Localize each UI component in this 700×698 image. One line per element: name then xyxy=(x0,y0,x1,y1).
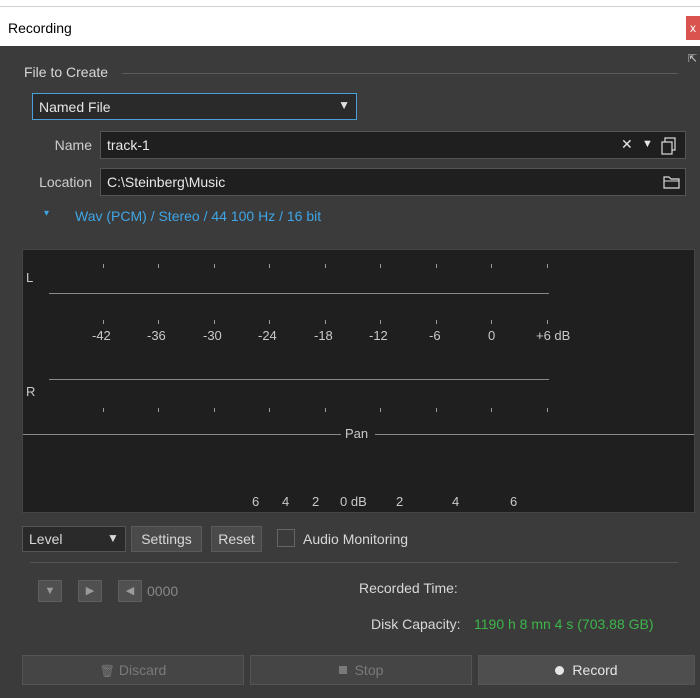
left-channel-label: L xyxy=(26,270,34,285)
close-button[interactable]: x xyxy=(686,16,700,40)
expand-icon[interactable]: ▾ xyxy=(44,208,49,219)
tick xyxy=(491,408,492,412)
stop-button[interactable]: Stop xyxy=(250,655,472,685)
stop-label: Stop xyxy=(354,662,384,678)
tick xyxy=(380,264,381,268)
right-meter-bar xyxy=(49,379,549,380)
tick xyxy=(158,320,159,324)
name-label: Name xyxy=(54,137,92,153)
tick xyxy=(103,408,104,412)
group-divider xyxy=(122,73,678,74)
pan-label: Pan xyxy=(345,426,369,441)
record-label: Record xyxy=(572,662,618,678)
trash-icon: 🗑 xyxy=(99,664,115,678)
tick xyxy=(436,408,437,412)
db-scale-label: -12 xyxy=(369,328,388,343)
db-scale-label: -36 xyxy=(147,328,166,343)
top-divider xyxy=(0,6,700,7)
down-arrow-button[interactable]: ▼ xyxy=(38,580,62,602)
pan-scale-label: 6 xyxy=(510,494,518,509)
play-forward-button[interactable]: ▶ xyxy=(78,580,102,602)
location-value: C:\Steinberg\Music xyxy=(107,174,226,190)
tick xyxy=(380,320,381,324)
tick xyxy=(214,264,215,268)
chevron-down-icon: ▼ xyxy=(107,531,119,545)
time-counter: 0000 xyxy=(147,583,179,599)
pan-scale-label: 0 dB xyxy=(340,494,367,509)
name-value: track-1 xyxy=(107,137,150,153)
chevron-down-icon[interactable]: ▼ xyxy=(642,138,653,150)
title-bar: Recording x xyxy=(0,0,700,46)
tick xyxy=(269,408,270,412)
tick xyxy=(103,320,104,324)
file-mode-select[interactable]: Named File ▼ xyxy=(32,93,357,120)
pan-scale-label: 6 xyxy=(252,494,260,509)
pan-scale-label: 2 xyxy=(312,494,320,509)
tick xyxy=(269,320,270,324)
clear-icon[interactable]: ✕ xyxy=(621,136,633,153)
tick xyxy=(103,264,104,268)
level-select[interactable]: Level ▼ xyxy=(22,526,126,552)
copy-icon[interactable] xyxy=(661,137,679,155)
audio-monitoring-checkbox[interactable] xyxy=(277,529,295,547)
reset-button[interactable]: Reset xyxy=(211,526,262,552)
disk-capacity-label: Disk Capacity: xyxy=(371,616,461,632)
pan-scale-label: 2 xyxy=(396,494,404,509)
name-field[interactable]: track-1 ✕ ▼ xyxy=(100,131,686,159)
record-icon xyxy=(555,666,565,675)
discard-label: Discard xyxy=(118,662,167,678)
tick xyxy=(380,408,381,412)
tick xyxy=(547,264,548,268)
db-scale-label: 0 xyxy=(488,328,496,343)
folder-icon[interactable] xyxy=(663,174,681,190)
audio-monitoring-label: Audio Monitoring xyxy=(303,531,409,547)
pan-line-right xyxy=(375,434,694,435)
tick xyxy=(436,320,437,324)
settings-button[interactable]: Settings xyxy=(131,526,202,552)
tick xyxy=(269,264,270,268)
tick xyxy=(325,408,326,412)
file-group-label: File to Create xyxy=(24,64,109,80)
stop-icon xyxy=(338,666,347,674)
window-title: Recording xyxy=(8,20,72,36)
file-mode-value: Named File xyxy=(39,99,111,115)
pan-scale-label: 4 xyxy=(452,494,460,509)
tick xyxy=(547,408,548,412)
left-meter-bar xyxy=(49,293,549,294)
record-button[interactable]: Record xyxy=(478,655,695,685)
tick xyxy=(325,264,326,268)
db-scale-label: -6 xyxy=(429,328,441,343)
pin-icon[interactable]: ⇱ xyxy=(688,52,698,65)
right-channel-label: R xyxy=(26,384,36,399)
pan-scale-label: 4 xyxy=(282,494,290,509)
pan-line-left xyxy=(23,434,341,435)
disk-capacity-value: 1190 h 8 mn 4 s (703.88 GB) xyxy=(474,616,654,632)
tick xyxy=(325,320,326,324)
tick xyxy=(158,408,159,412)
db-scale-label: -18 xyxy=(314,328,333,343)
db-scale-label: -24 xyxy=(258,328,277,343)
tick xyxy=(491,320,492,324)
recorded-time-label: Recorded Time: xyxy=(359,580,458,596)
tick xyxy=(436,264,437,268)
db-scale-label: -42 xyxy=(92,328,111,343)
level-meter: L R -42 -36 -30 -24 -18 -12 -6 0 +6 dB P… xyxy=(22,249,695,513)
location-field[interactable]: C:\Steinberg\Music xyxy=(100,168,686,196)
chevron-down-icon: ▼ xyxy=(338,98,350,112)
play-back-button[interactable]: ◀ xyxy=(118,580,142,602)
db-scale-label: -30 xyxy=(203,328,222,343)
audio-format-link[interactable]: Wav (PCM) / Stereo / 44 100 Hz / 16 bit xyxy=(75,208,321,224)
discard-button[interactable]: 🗑 Discard xyxy=(22,655,244,685)
tick xyxy=(214,408,215,412)
tick xyxy=(491,264,492,268)
tick xyxy=(214,320,215,324)
tick xyxy=(158,264,159,268)
location-label: Location xyxy=(39,174,92,190)
tick xyxy=(547,320,548,324)
level-value: Level xyxy=(29,531,63,547)
db-scale-label: +6 dB xyxy=(536,328,571,343)
section-divider xyxy=(30,562,678,563)
